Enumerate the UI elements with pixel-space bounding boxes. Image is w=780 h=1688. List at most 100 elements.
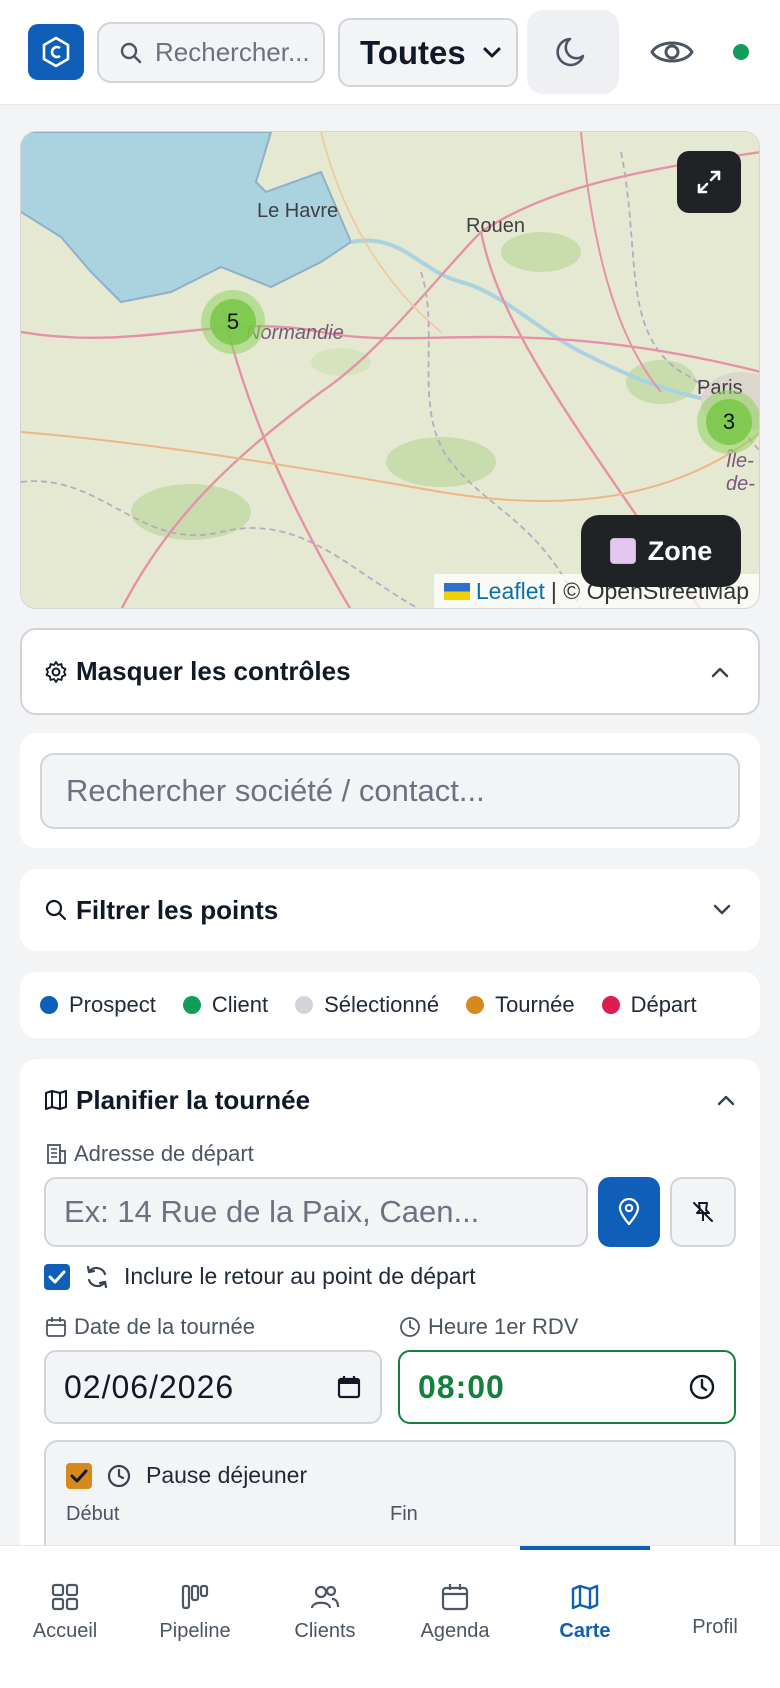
nav-label: Agenda (420, 1620, 490, 1642)
category-select[interactable]: Toutes (338, 18, 518, 87)
legend-item-start: Départ (601, 992, 697, 1018)
legend-item-selected: Sélectionné (295, 992, 439, 1018)
expand-icon (697, 170, 721, 194)
start-address-input[interactable] (44, 1177, 589, 1247)
legend-label: Prospect (69, 992, 156, 1017)
top-header: Toutes (0, 0, 780, 105)
calendar-icon (441, 1584, 469, 1611)
cluster-count: 5 (226, 309, 240, 334)
nav-label: Profil (692, 1616, 738, 1638)
hexagon-logo-icon (42, 36, 70, 68)
first-appointment-time-input[interactable]: 08:00 (398, 1350, 736, 1424)
bottom-navigation: Accueil Pipeline Clients Agenda Carte Pr… (0, 1545, 780, 1688)
clock-icon (400, 1317, 420, 1337)
pick-on-map-button[interactable] (670, 1177, 736, 1247)
nav-label: Clients (294, 1620, 356, 1642)
tour-planning-toggle[interactable]: Planifier la tournée (44, 1059, 736, 1139)
legend-dot (295, 996, 314, 1014)
zone-draw-button[interactable]: Zone (581, 515, 741, 587)
legend-item-client: Client (182, 992, 269, 1018)
first-appointment-time-value: 08:00 (418, 1368, 505, 1405)
first-appointment-time-label-text: Heure 1er RDV (428, 1314, 579, 1339)
building-icon (47, 1144, 66, 1164)
nav-label: Pipeline (159, 1620, 231, 1642)
global-search-input[interactable] (155, 37, 320, 68)
map-cluster-normandie[interactable]: 5 (201, 290, 265, 354)
ukraine-flag-icon (443, 582, 470, 600)
lunch-break-row[interactable]: Pause déjeuner (66, 1462, 714, 1489)
map-pin-icon (619, 1198, 640, 1226)
nav-label: Carte (559, 1620, 611, 1642)
first-appointment-time-field: Heure 1er RDV 08:00 (398, 1314, 736, 1424)
return-to-start-label: Inclure le retour au point de départ (124, 1263, 476, 1289)
leaflet-link[interactable]: Leaflet (476, 578, 545, 605)
map-view[interactable]: Le Havre Rouen Normandie Paris Île-de- 5… (20, 131, 760, 609)
gear-icon (45, 660, 67, 683)
return-to-start-checkbox[interactable] (44, 1263, 70, 1290)
legend-item-prospect: Prospect (40, 992, 156, 1018)
start-address-label-text: Adresse de départ (74, 1141, 254, 1166)
refresh-icon (86, 1265, 108, 1288)
nav-item-profil[interactable]: Profil (650, 1546, 780, 1688)
theme-toggle-button[interactable] (527, 10, 619, 94)
chevron-up-icon (717, 1095, 735, 1106)
tour-date-label: Date de la tournée (44, 1314, 382, 1340)
global-search[interactable] (97, 22, 325, 83)
map-label-rouen: Rouen (466, 215, 525, 237)
nav-item-pipeline[interactable]: Pipeline (130, 1546, 260, 1688)
lunch-break-section: Pause déjeuner Début Fin (44, 1440, 736, 1560)
chevron-down-icon (483, 47, 501, 57)
calendar-picker-icon[interactable] (336, 1374, 362, 1400)
category-select-value: Toutes (360, 33, 466, 71)
map-label-ile-de-france: Île-de- (726, 450, 755, 495)
chevron-down-icon (713, 904, 731, 915)
return-to-start-row[interactable]: Inclure le retour au point de départ (44, 1263, 736, 1290)
lunch-break-start-label: Début (66, 1503, 120, 1525)
checkmark-icon (48, 1270, 66, 1283)
legend-label: Client (211, 992, 269, 1017)
first-appointment-time-label: Heure 1er RDV (398, 1314, 736, 1340)
kanban-icon (181, 1584, 209, 1610)
legend-dot (40, 996, 58, 1014)
grid-icon (51, 1583, 79, 1611)
controls-toggle-label: Masquer les contrôles (76, 656, 351, 686)
cluster-count: 3 (722, 409, 736, 434)
online-status-dot (733, 44, 749, 60)
tour-date-field: Date de la tournée 02/06/2026 (44, 1314, 382, 1424)
lunch-break-label: Pause déjeuner (146, 1462, 308, 1488)
lunch-break-checkbox[interactable] (66, 1462, 92, 1489)
map-cluster-paris[interactable]: 3 (697, 390, 759, 454)
controls-toggle[interactable]: Masquer les contrôles (20, 628, 760, 715)
legend-label: Départ (630, 992, 697, 1017)
map-fullscreen-button[interactable] (677, 151, 741, 213)
nav-item-accueil[interactable]: Accueil (0, 1546, 130, 1688)
map-legend: Prospect Client Sélectionné Tournée Dépa… (20, 972, 760, 1038)
app-logo[interactable] (28, 24, 84, 80)
clock-picker-icon[interactable] (688, 1373, 716, 1401)
legend-dot (601, 996, 620, 1014)
tour-date-input[interactable]: 02/06/2026 (44, 1350, 382, 1424)
start-address-row (44, 1177, 736, 1247)
zone-button-label: Zone (647, 535, 713, 566)
company-search-input[interactable] (40, 753, 740, 829)
nav-item-carte[interactable]: Carte (520, 1546, 650, 1688)
calendar-icon (46, 1317, 66, 1337)
pin-off-icon (693, 1202, 714, 1222)
nav-item-agenda[interactable]: Agenda (390, 1546, 520, 1688)
visibility-toggle-button[interactable] (648, 28, 696, 76)
lunch-break-end-label: Fin (390, 1503, 418, 1525)
nav-item-clients[interactable]: Clients (260, 1546, 390, 1688)
use-location-button[interactable] (598, 1177, 661, 1247)
nav-label: Accueil (32, 1620, 98, 1642)
users-icon (310, 1585, 340, 1609)
tour-date-value: 02/06/2026 (64, 1368, 235, 1405)
legend-dot (466, 996, 485, 1014)
lunch-break-fields: Début Fin (66, 1503, 714, 1526)
eye-icon (650, 41, 694, 63)
filter-points-toggle[interactable]: Filtrer les points (20, 869, 760, 951)
legend-label: Tournée (495, 992, 575, 1017)
tour-date-label-text: Date de la tournée (74, 1314, 256, 1339)
filter-points-label: Filtrer les points (76, 894, 279, 925)
map-icon (571, 1584, 599, 1610)
map-icon (45, 1090, 67, 1110)
